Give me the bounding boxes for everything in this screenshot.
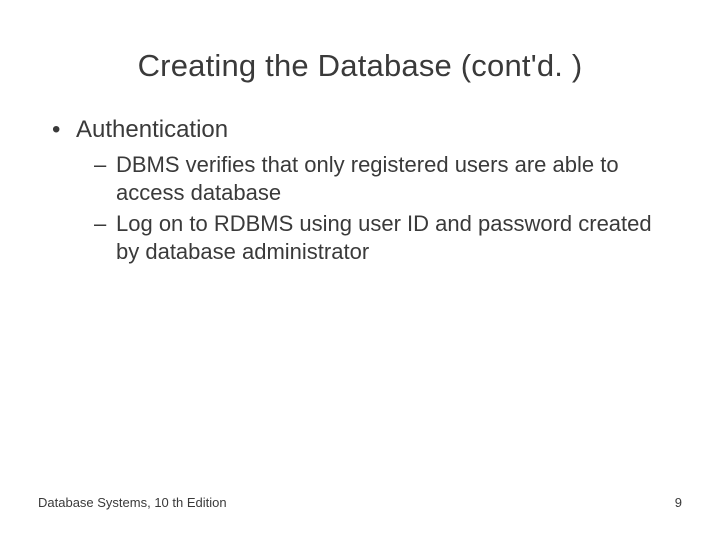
bullet-level2: – DBMS verifies that only registered use… (94, 151, 660, 206)
bullet-level2: – Log on to RDBMS using user ID and pass… (94, 210, 660, 265)
slide-title: Creating the Database (cont'd. ) (0, 0, 720, 114)
bullet-text: Log on to RDBMS using user ID and passwo… (116, 210, 660, 265)
slide-body: • Authentication – DBMS verifies that on… (0, 114, 720, 265)
slide: Creating the Database (cont'd. ) • Authe… (0, 0, 720, 540)
bullet-text: Authentication (76, 114, 228, 145)
bullet-text: DBMS verifies that only registered users… (116, 151, 660, 206)
bullet-level1: • Authentication (48, 114, 660, 145)
dash-marker: – (94, 210, 116, 265)
footer-source: Database Systems, 10 th Edition (38, 495, 227, 510)
dash-marker: – (94, 151, 116, 206)
bullet-marker: • (48, 114, 76, 145)
slide-footer: Database Systems, 10 th Edition 9 (38, 495, 682, 510)
page-number: 9 (675, 495, 682, 510)
